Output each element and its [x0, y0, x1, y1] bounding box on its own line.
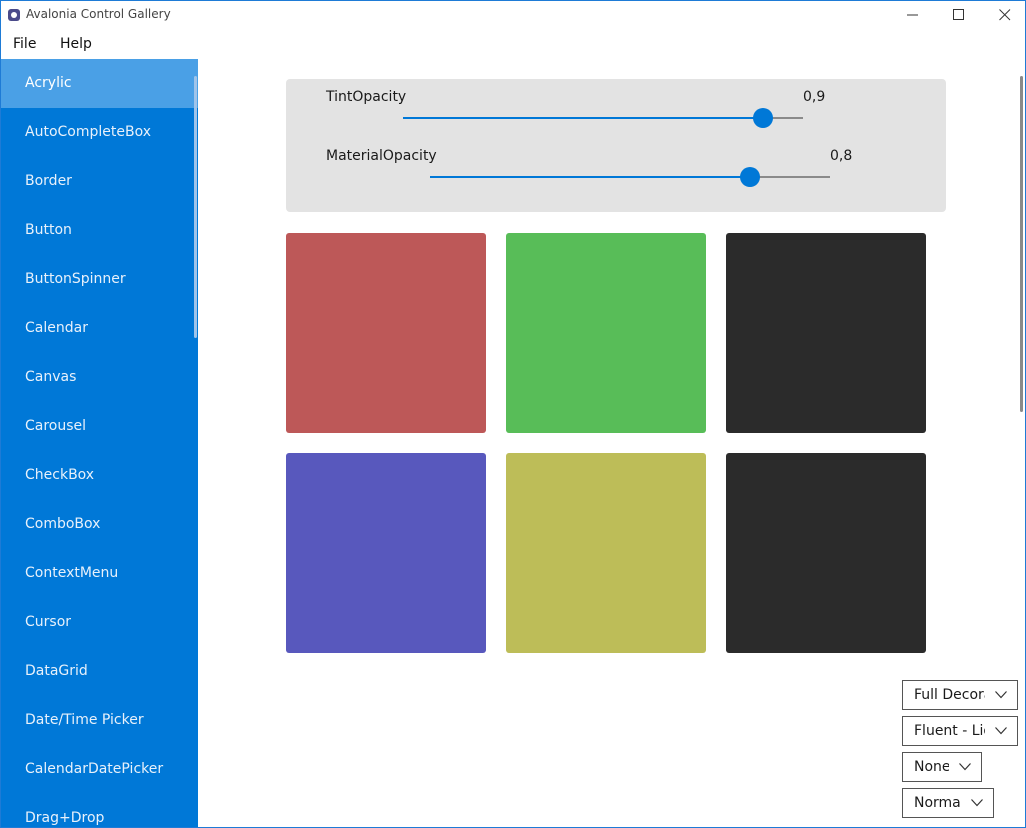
sidebar-item-canvas[interactable]: Canvas: [1, 353, 198, 402]
sidebar-item-calendar[interactable]: Calendar: [1, 304, 198, 353]
opacity-panel: TintOpacity 0,9 MaterialOpacity 0,8: [286, 79, 946, 212]
app-window: Avalonia Control Gallery File Help Acryl…: [0, 0, 1026, 828]
material-opacity-fill: [430, 176, 750, 178]
close-icon: [999, 9, 1011, 21]
tint-opacity-value: 0,9: [803, 89, 826, 105]
chevron-down-icon: [985, 717, 1017, 745]
sidebar-scrollbar[interactable]: [194, 76, 197, 338]
material-opacity-thumb[interactable]: [740, 167, 760, 187]
sidebar-item-datagrid[interactable]: DataGrid: [1, 647, 198, 696]
sidebar-item-calendardatepicker[interactable]: CalendarDatePicker: [1, 745, 198, 794]
sidebar-nav: Acrylic AutoCompleteBox Border Button Bu…: [1, 59, 198, 827]
chevron-down-icon: [961, 789, 993, 817]
close-button[interactable]: [982, 1, 1025, 30]
transparency-value: None: [914, 759, 951, 775]
window-title: Avalonia Control Gallery: [26, 7, 171, 21]
tint-opacity-thumb[interactable]: [753, 108, 773, 128]
decorations-combobox[interactable]: Full Decora: [902, 680, 1018, 710]
acrylic-swatch-green: [506, 233, 706, 433]
sidebar-item-autocompletebox[interactable]: AutoCompleteBox: [1, 108, 198, 157]
minimize-button[interactable]: [890, 1, 936, 30]
decorations-value: Full Decora: [914, 687, 993, 703]
material-opacity-slider[interactable]: [430, 167, 830, 187]
acrylic-swatch-dark: [726, 453, 926, 653]
sidebar-item-dragdrop[interactable]: Drag+Drop: [1, 794, 198, 827]
sidebar-item-contextmenu[interactable]: ContextMenu: [1, 549, 198, 598]
chevron-down-icon: [985, 681, 1017, 709]
sidebar-item-datetime-picker[interactable]: Date/Time Picker: [1, 696, 198, 745]
sidebar-item-cursor[interactable]: Cursor: [1, 598, 198, 647]
sidebar-item-border[interactable]: Border: [1, 157, 198, 206]
tint-opacity-label: TintOpacity: [326, 89, 407, 105]
chevron-down-icon: [949, 753, 981, 781]
main-content: TintOpacity 0,9 MaterialOpacity 0,8 Full…: [198, 59, 1025, 827]
flow-direction-combobox[interactable]: Normal: [902, 788, 994, 818]
menu-bar: File Help: [1, 30, 1025, 59]
transparency-combobox[interactable]: None: [902, 752, 982, 782]
material-opacity-label: MaterialOpacity: [326, 148, 437, 164]
acrylic-swatch-red: [286, 233, 486, 433]
sidebar-item-carousel[interactable]: Carousel: [1, 402, 198, 451]
acrylic-swatch-blue: [286, 453, 486, 653]
sidebar-item-checkbox[interactable]: CheckBox: [1, 451, 198, 500]
flow-direction-value: Normal: [914, 795, 965, 811]
sidebar-item-button[interactable]: Button: [1, 206, 198, 255]
menu-file[interactable]: File: [13, 36, 36, 52]
tint-opacity-fill: [403, 117, 763, 119]
sidebar-item-buttonspinner[interactable]: ButtonSpinner: [1, 255, 198, 304]
maximize-button[interactable]: [936, 1, 982, 30]
app-icon: [8, 9, 20, 21]
title-bar[interactable]: Avalonia Control Gallery: [1, 1, 1025, 30]
theme-combobox[interactable]: Fluent - Lig: [902, 716, 1018, 746]
theme-value: Fluent - Lig: [914, 723, 993, 739]
sidebar-item-combobox[interactable]: ComboBox: [1, 500, 198, 549]
maximize-icon: [953, 9, 964, 20]
acrylic-swatch-yellow: [506, 453, 706, 653]
menu-help[interactable]: Help: [60, 36, 92, 52]
main-scrollbar[interactable]: [1020, 76, 1023, 412]
sidebar-item-acrylic[interactable]: Acrylic: [1, 59, 198, 108]
acrylic-swatch-black: [726, 233, 926, 433]
tint-opacity-slider[interactable]: [403, 108, 803, 128]
minimize-icon: [907, 14, 918, 16]
material-opacity-value: 0,8: [830, 148, 853, 164]
